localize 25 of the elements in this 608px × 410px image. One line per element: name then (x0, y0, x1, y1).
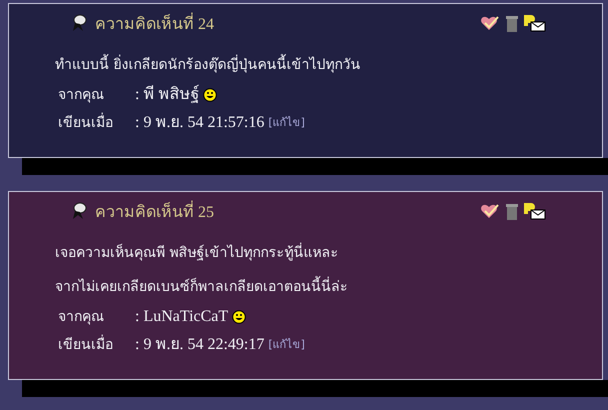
author-name: : LuNaTicCaT (135, 307, 228, 327)
rocket-icon (71, 202, 87, 220)
from-label: จากคุณ (58, 86, 105, 105)
post-date: : 9 พ.ย. 54 21:57:16 (135, 113, 264, 133)
mail-icon[interactable] (524, 202, 546, 220)
author-name: : พี พสิษฐ์ (135, 85, 200, 105)
heart-check-icon[interactable] (480, 15, 500, 31)
post-date: : 9 พ.ย. 54 22:49:17 (135, 335, 264, 355)
edit-link[interactable]: [แก้ไข] (268, 113, 305, 133)
comment-title: ความคิดเห็นที่ 25 (95, 198, 214, 224)
mail-icon[interactable] (524, 14, 546, 32)
trash-icon[interactable] (506, 14, 518, 32)
comment-text: ทำแบบนี้ ยิ่งเกลียดนักร้องตุ๊ดญี่ปุ่นคนนี้เข้าไปทุกวัน (55, 55, 602, 75)
date-label: เขียนเมื่อ (58, 113, 135, 133)
comment-title: ความคิดเห็นที่ 24 (95, 10, 214, 36)
comment-text: จากไม่เคยเกลียดเบนซ์ก็พาลเกลียดเอาตอนนี้นี่ล่ะ (55, 277, 602, 297)
rocket-icon (71, 14, 87, 32)
from-label: จากคุณ (58, 308, 105, 327)
date-label: เขียนเมื่อ (58, 335, 135, 355)
trash-icon[interactable] (506, 202, 518, 220)
edit-link[interactable]: [แก้ไข] (268, 335, 305, 355)
heart-check-icon[interactable] (480, 203, 500, 219)
comment-text: เจอความเห็นคุณพี พสิษฐ์เข้าไปทุกกระทู้นี่แหละ (55, 243, 602, 263)
smiley-icon (203, 88, 218, 102)
smiley-icon (232, 310, 246, 324)
